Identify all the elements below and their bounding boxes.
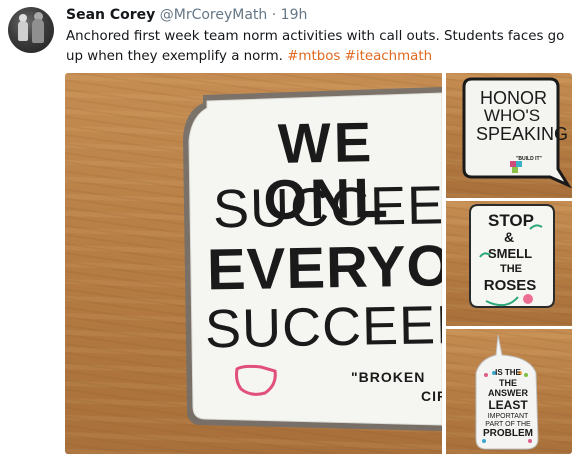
bottom-line-2: ANSWER bbox=[488, 388, 528, 398]
main-line-6: CIR bbox=[421, 388, 442, 404]
bottom-line-1: THE bbox=[499, 378, 517, 388]
photo-bottom-right[interactable]: THE ANSWER LEAST IMPORTANT PART OF THE P… bbox=[446, 329, 572, 454]
tweet-time[interactable]: 19h bbox=[281, 7, 308, 23]
hashtag-iteachmath[interactable]: #iteachmath bbox=[345, 49, 432, 64]
author-name[interactable]: Sean Corey bbox=[66, 7, 155, 23]
photo-top-right[interactable]: HONOR WHO'S SPEAKING "BUILD IT" bbox=[446, 73, 572, 198]
bottom-line-6: PROBLEM bbox=[483, 428, 533, 439]
bottom-line-3: LEAST bbox=[488, 398, 528, 412]
bottom-line-5: PART OF THE bbox=[485, 421, 531, 428]
photo-middle-right[interactable]: STOP & SMELL THE ROSES bbox=[446, 201, 572, 326]
bottom-line-is-the: IS THE bbox=[495, 368, 521, 377]
tweet-card[interactable]: Sean Corey @MrCoreyMath · 19h Anchored f… bbox=[0, 0, 577, 463]
middle-line-5: ROSES bbox=[483, 277, 537, 294]
top-line-1: HONOR bbox=[480, 88, 547, 108]
top-line-4: "BUILD IT" bbox=[516, 156, 542, 162]
main-line-2: SUCCEED bbox=[212, 174, 442, 240]
bottom-line-4: IMPORTANT bbox=[487, 413, 529, 420]
main-line-4: SUCCEED bbox=[204, 294, 442, 360]
hashtag-mtbos[interactable]: #mtbos bbox=[287, 49, 340, 64]
middle-line-1: STOP bbox=[488, 211, 534, 230]
photo-main[interactable]: WE ONL SUCCEED EVERYON SUCCEED "BROKEN C… bbox=[65, 73, 442, 454]
media-grid: WE ONL SUCCEED EVERYON SUCCEED "BROKEN C… bbox=[65, 73, 572, 454]
pink-semicircle-icon bbox=[235, 364, 277, 396]
main-line-5: "BROKEN bbox=[351, 369, 426, 385]
separator-dot: · bbox=[271, 7, 277, 23]
middle-line-4: THE bbox=[500, 263, 522, 275]
tweet-text: Anchored first week team norm activities… bbox=[66, 27, 571, 67]
avatar[interactable] bbox=[8, 7, 54, 53]
tweet-header: Sean Corey @MrCoreyMath · 19h bbox=[66, 6, 307, 24]
main-line-3: EVERYON bbox=[206, 232, 442, 303]
top-line-3: SPEAKING bbox=[476, 124, 569, 144]
top-line-2: WHO'S bbox=[483, 106, 541, 125]
middle-line-3: SMELL bbox=[487, 246, 533, 261]
author-handle[interactable]: @MrCoreyMath bbox=[160, 7, 268, 23]
middle-line-2: & bbox=[503, 229, 515, 245]
